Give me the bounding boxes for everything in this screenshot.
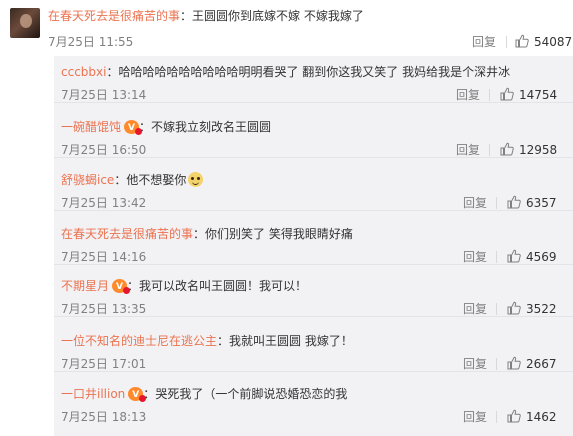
separator: ： — [193, 227, 206, 241]
thumbs-up-icon — [515, 34, 529, 48]
reply-line: 舒骁蝎ice：他不想娶你 — [61, 172, 204, 188]
comment-text: 王圆圆你到底嫁不嫁 不嫁我嫁了 — [192, 9, 364, 23]
avatar[interactable] — [10, 8, 40, 38]
like-count: 4569 — [526, 250, 557, 264]
reply-item: 在春天死去是很痛苦的事：你们别笑了 笑得我眼睛好痛 7月25日 14:16 回复… — [54, 218, 573, 265]
reply-text: 他不想娶你 — [126, 173, 187, 187]
reply-button[interactable]: 回复 — [456, 142, 480, 158]
like-button[interactable]: 3522 — [507, 301, 557, 317]
like-button[interactable]: 1462 — [507, 409, 557, 425]
timestamp: 7月25日 17:01 — [61, 357, 147, 371]
username-link[interactable]: cccbbxi — [61, 65, 106, 79]
reply-item: 不期星月：我可以改名叫王圆圆！我可以！ 7月25日 13:35 回复 3522 — [54, 270, 573, 317]
vip-badge-icon — [112, 279, 131, 295]
reply-text: 我可以改名叫王圆圆！我可以！ — [139, 279, 308, 293]
row-divider — [54, 157, 573, 158]
reply-text: 不嫁我立刻改名王圆圆 — [151, 120, 272, 134]
username-link[interactable]: 在春天死去是很痛苦的事 — [61, 227, 193, 241]
reply-button[interactable]: 回复 — [463, 301, 487, 317]
reply-button[interactable]: 回复 — [463, 409, 487, 425]
reply-text: 哈哈哈哈哈哈哈哈哈哈明明看哭了 翻到你这我又笑了 我妈给我是个深井冰 — [118, 65, 511, 79]
like-count: 1462 — [526, 410, 557, 424]
reply-item: 一碗醋馄饨：不嫁我立刻改名王圆圆 7月25日 16:50 回复 12958 — [54, 111, 573, 158]
divider — [489, 144, 490, 156]
like-count: 2667 — [526, 357, 557, 371]
separator: ： — [106, 65, 119, 79]
reply-line: cccbbxi：哈哈哈哈哈哈哈哈哈哈明明看哭了 翻到你这我又笑了 我妈给我是个深… — [61, 64, 510, 80]
like-count: 6357 — [526, 196, 557, 210]
username-link[interactable]: 不期星月 — [61, 279, 109, 293]
separator: ： — [217, 334, 230, 348]
timestamp: 7月25日 13:14 — [61, 88, 147, 102]
divider — [496, 358, 497, 370]
separator: ： — [180, 9, 193, 23]
reply-button[interactable]: 回复 — [456, 87, 480, 103]
thumbs-up-icon — [500, 142, 514, 156]
divider — [496, 303, 497, 315]
row-divider — [54, 316, 573, 317]
timestamp: 7月25日 13:42 — [61, 196, 147, 210]
reply-item: 舒骁蝎ice：他不想娶你 7月25日 13:42 回复 6357 — [54, 164, 573, 211]
reply-button[interactable]: 回复 — [463, 249, 487, 265]
thumbs-up-icon — [507, 409, 521, 423]
timestamp: 7月25日 13:35 — [61, 302, 147, 316]
divider — [496, 197, 497, 209]
divider — [496, 251, 497, 263]
thumbs-up-icon — [507, 356, 521, 370]
username-link[interactable]: 一碗醋馄饨 — [61, 120, 121, 134]
row-divider — [54, 210, 573, 211]
vip-badge-icon — [128, 387, 147, 403]
reply-list: cccbbxi：哈哈哈哈哈哈哈哈哈哈明明看哭了 翻到你这我又笑了 我妈给我是个深… — [54, 56, 573, 436]
reply-line: 一口井illion：哭死我了（一个前脚说恐婚恐恋的我 — [61, 386, 348, 403]
divider — [496, 411, 497, 423]
timestamp: 7月25日 16:50 — [61, 143, 147, 157]
divider — [506, 36, 507, 48]
separator: ： — [114, 173, 127, 187]
reply-line: 一位不知名的迪士尼在逃公主：我就叫王圆圆 我嫁了！ — [61, 333, 353, 349]
like-button[interactable]: 54087 — [515, 34, 572, 50]
username-link[interactable]: 一位不知名的迪士尼在逃公主 — [61, 334, 217, 348]
reply-button[interactable]: 回复 — [463, 356, 487, 372]
timestamp: 7月25日 18:13 — [61, 410, 147, 424]
like-button[interactable]: 12958 — [500, 142, 557, 158]
username-link[interactable]: 舒骁蝎ice — [61, 173, 114, 187]
username-link[interactable]: 一口井illion — [61, 387, 125, 401]
thumbs-up-icon — [507, 249, 521, 263]
like-count: 54087 — [534, 35, 573, 49]
like-button[interactable]: 6357 — [507, 195, 557, 211]
thumbs-up-icon — [500, 87, 514, 101]
reply-text: 你们别笑了 笑得我眼睛好痛 — [205, 227, 353, 241]
reply-text: 哭死我了（一个前脚说恐婚恐恋的我 — [155, 387, 348, 401]
timestamp: 7月25日 11:55 — [48, 35, 134, 49]
like-count: 14754 — [519, 88, 558, 102]
thumbs-up-icon — [507, 301, 521, 315]
vip-badge-icon — [124, 120, 143, 136]
reply-line: 一碗醋馄饨：不嫁我立刻改名王圆圆 — [61, 119, 272, 136]
like-button[interactable]: 14754 — [500, 87, 557, 103]
row-divider — [54, 264, 573, 265]
reply-item: cccbbxi：哈哈哈哈哈哈哈哈哈哈明明看哭了 翻到你这我又笑了 我妈给我是个深… — [54, 56, 573, 103]
reply-button[interactable]: 回复 — [463, 195, 487, 211]
timestamp: 7月25日 14:16 — [61, 250, 147, 264]
reply-item: 一位不知名的迪士尼在逃公主：我就叫王圆圆 我嫁了！ 7月25日 17:01 回复… — [54, 325, 573, 372]
row-divider — [54, 371, 573, 372]
like-button[interactable]: 4569 — [507, 249, 557, 265]
reply-line: 不期星月：我可以改名叫王圆圆！我可以！ — [61, 278, 308, 295]
thumbs-up-icon — [507, 195, 521, 209]
row-divider — [54, 102, 573, 103]
reply-button[interactable]: 回复 — [472, 34, 496, 50]
like-button[interactable]: 2667 — [507, 356, 557, 372]
divider — [489, 89, 490, 101]
smiley-emoji-icon — [188, 172, 204, 187]
main-comment: 在春天死去是很痛苦的事：王圆圆你到底嫁不嫁 不嫁我嫁了 7月25日 11:55 … — [0, 0, 573, 56]
reply-text: 我就叫王圆圆 我嫁了！ — [229, 334, 353, 348]
like-count: 12958 — [519, 143, 558, 157]
reply-line: 在春天死去是很痛苦的事：你们别笑了 笑得我眼睛好痛 — [61, 226, 353, 242]
username-link[interactable]: 在春天死去是很痛苦的事 — [48, 9, 180, 23]
main-comment-line: 在春天死去是很痛苦的事：王圆圆你到底嫁不嫁 不嫁我嫁了 — [48, 8, 364, 24]
like-count: 3522 — [526, 302, 557, 316]
reply-item: 一口井illion：哭死我了（一个前脚说恐婚恐恋的我 7月25日 18:13 回… — [54, 378, 573, 425]
